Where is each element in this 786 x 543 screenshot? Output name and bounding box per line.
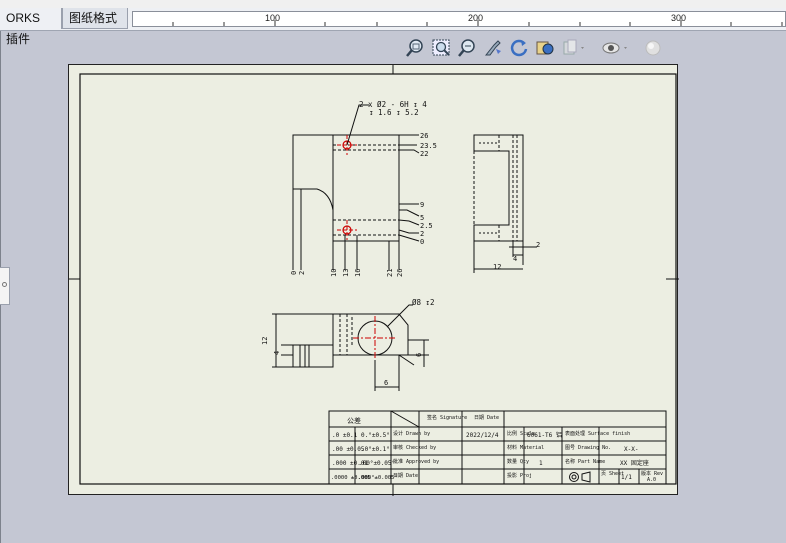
svg-text:5: 5 [420, 214, 424, 222]
tab-sheet-format-label: 图纸格式 [69, 11, 118, 25]
finish-label: 表面处理 Surface finish [565, 430, 630, 437]
projection-label: 投影 Proj [507, 472, 532, 479]
sheet-svg: 2 x Ø2 - 6H ↧ 4 ↧ 1.6 ↧ 5.2 26 23.5 22 9… [69, 65, 679, 496]
ruler-label-300: 300 [671, 13, 687, 23]
zoom-in-out-icon[interactable] [456, 37, 478, 59]
hide-show-icon[interactable] [600, 37, 630, 59]
qty-value: 1 [539, 460, 543, 467]
svg-text:12: 12 [261, 337, 269, 345]
horizontal-ruler: 100 200 300 [132, 11, 786, 27]
title-block-text: 公差 .0 ±0.1 0.°±0.5° .00 ±0.05 .0°±0.1° .… [331, 414, 663, 483]
svg-text:2: 2 [420, 230, 424, 238]
drawing-no-value: X-X- [624, 446, 638, 453]
tab-addins[interactable]: ORKS 插件 [0, 8, 62, 46]
top-view [292, 104, 420, 270]
svg-text:9: 9 [420, 201, 424, 209]
svg-text:21: 21 [386, 269, 394, 277]
ruler-label-100: 100 [265, 13, 281, 23]
svg-text:22: 22 [420, 150, 428, 158]
svg-text:6: 6 [384, 379, 388, 387]
hole-callout-line2: ↧ 1.6 ↧ 5.2 [369, 108, 419, 117]
ruler-ticks [172, 20, 783, 26]
drawing-sheet[interactable]: 2 x Ø2 - 6H ↧ 4 ↧ 1.6 ↧ 5.2 26 23.5 22 9… [68, 64, 679, 496]
svg-text:2: 2 [536, 241, 540, 249]
splitter-grip-icon [2, 282, 7, 287]
tab-sheet-format[interactable]: 图纸格式 [62, 8, 128, 29]
rotate-icon[interactable] [508, 37, 530, 59]
front-hole-callout: Ø8 ↧2 [412, 298, 435, 307]
tol-row-1-angular: 0.°±0.5° [361, 432, 390, 439]
material-value: 6061-T6 铝 [527, 431, 562, 439]
svg-text:0: 0 [420, 238, 424, 246]
checked-by-label: 审核 Checked by [393, 444, 436, 451]
appearance-icon[interactable] [642, 37, 664, 59]
svg-text:6: 6 [415, 353, 423, 357]
display-style-icon[interactable] [560, 37, 588, 59]
qty-label: 数量 Qty [507, 458, 529, 465]
date-label: 日期 Date [393, 473, 418, 479]
svg-text:2: 2 [298, 271, 306, 275]
side-dimension-labels: 2 4 12 [493, 241, 540, 271]
panel-splitter-handle[interactable] [0, 267, 10, 305]
zoom-to-area-icon[interactable] [430, 37, 452, 59]
ruler-label-200: 200 [468, 13, 484, 23]
tol-row-2-angular: .0°±0.1° [361, 446, 390, 453]
svg-text:13: 13 [342, 269, 350, 277]
svg-text:4: 4 [273, 351, 281, 355]
approved-by-label: 批准 Approved by [393, 458, 439, 465]
sheet-value: 1/1 [621, 474, 632, 481]
svg-text:2.5: 2.5 [420, 222, 433, 230]
material-label: 材料 Material [507, 444, 544, 451]
drawn-by-label: 设计 Drawn by [393, 430, 430, 437]
tol-row-1-linear: .0 ±0.1 [332, 432, 358, 439]
rev-value: A.0 [647, 477, 656, 483]
tol-row-3-angular: .00°±0.05° [359, 460, 395, 467]
part-name-label: 名称 Part Name [565, 458, 605, 465]
part-name-value: XX 固定座 [620, 459, 649, 467]
svg-text:16: 16 [354, 269, 362, 277]
zoom-to-fit-icon[interactable] [404, 37, 426, 59]
pan-icon[interactable] [482, 37, 504, 59]
svg-text:0: 0 [290, 271, 298, 275]
bottom-dimension-labels: 0 2 10 13 16 21 26 [290, 269, 404, 277]
date-value: 2022/12/4 [466, 432, 499, 439]
svg-text:26: 26 [396, 269, 404, 277]
side-view [473, 134, 537, 273]
signature-header: 签名 Signature [427, 414, 467, 421]
tab-addins-label: ORKS 插件 [6, 11, 41, 46]
svg-text:4: 4 [513, 255, 517, 263]
svg-text:26: 26 [420, 132, 428, 140]
svg-text:10: 10 [330, 269, 338, 277]
svg-text:12: 12 [493, 263, 501, 271]
date-header: 日期 Date [474, 415, 499, 421]
rev-label: 版本 Rev [641, 470, 663, 477]
front-view [272, 304, 429, 391]
tol-row-2-linear: .00 ±0.05 [332, 446, 365, 453]
right-dimension-labels: 26 23.5 22 9 5 2.5 2 0 [420, 132, 437, 246]
tolerance-header: 公差 [347, 416, 361, 425]
drawing-no-label: 图号 Drawing No. [565, 445, 611, 451]
redraw-icon[interactable] [534, 37, 556, 59]
tol-row-4-angular: .000°±0.005° [358, 475, 398, 481]
svg-text:23.5: 23.5 [420, 142, 437, 150]
